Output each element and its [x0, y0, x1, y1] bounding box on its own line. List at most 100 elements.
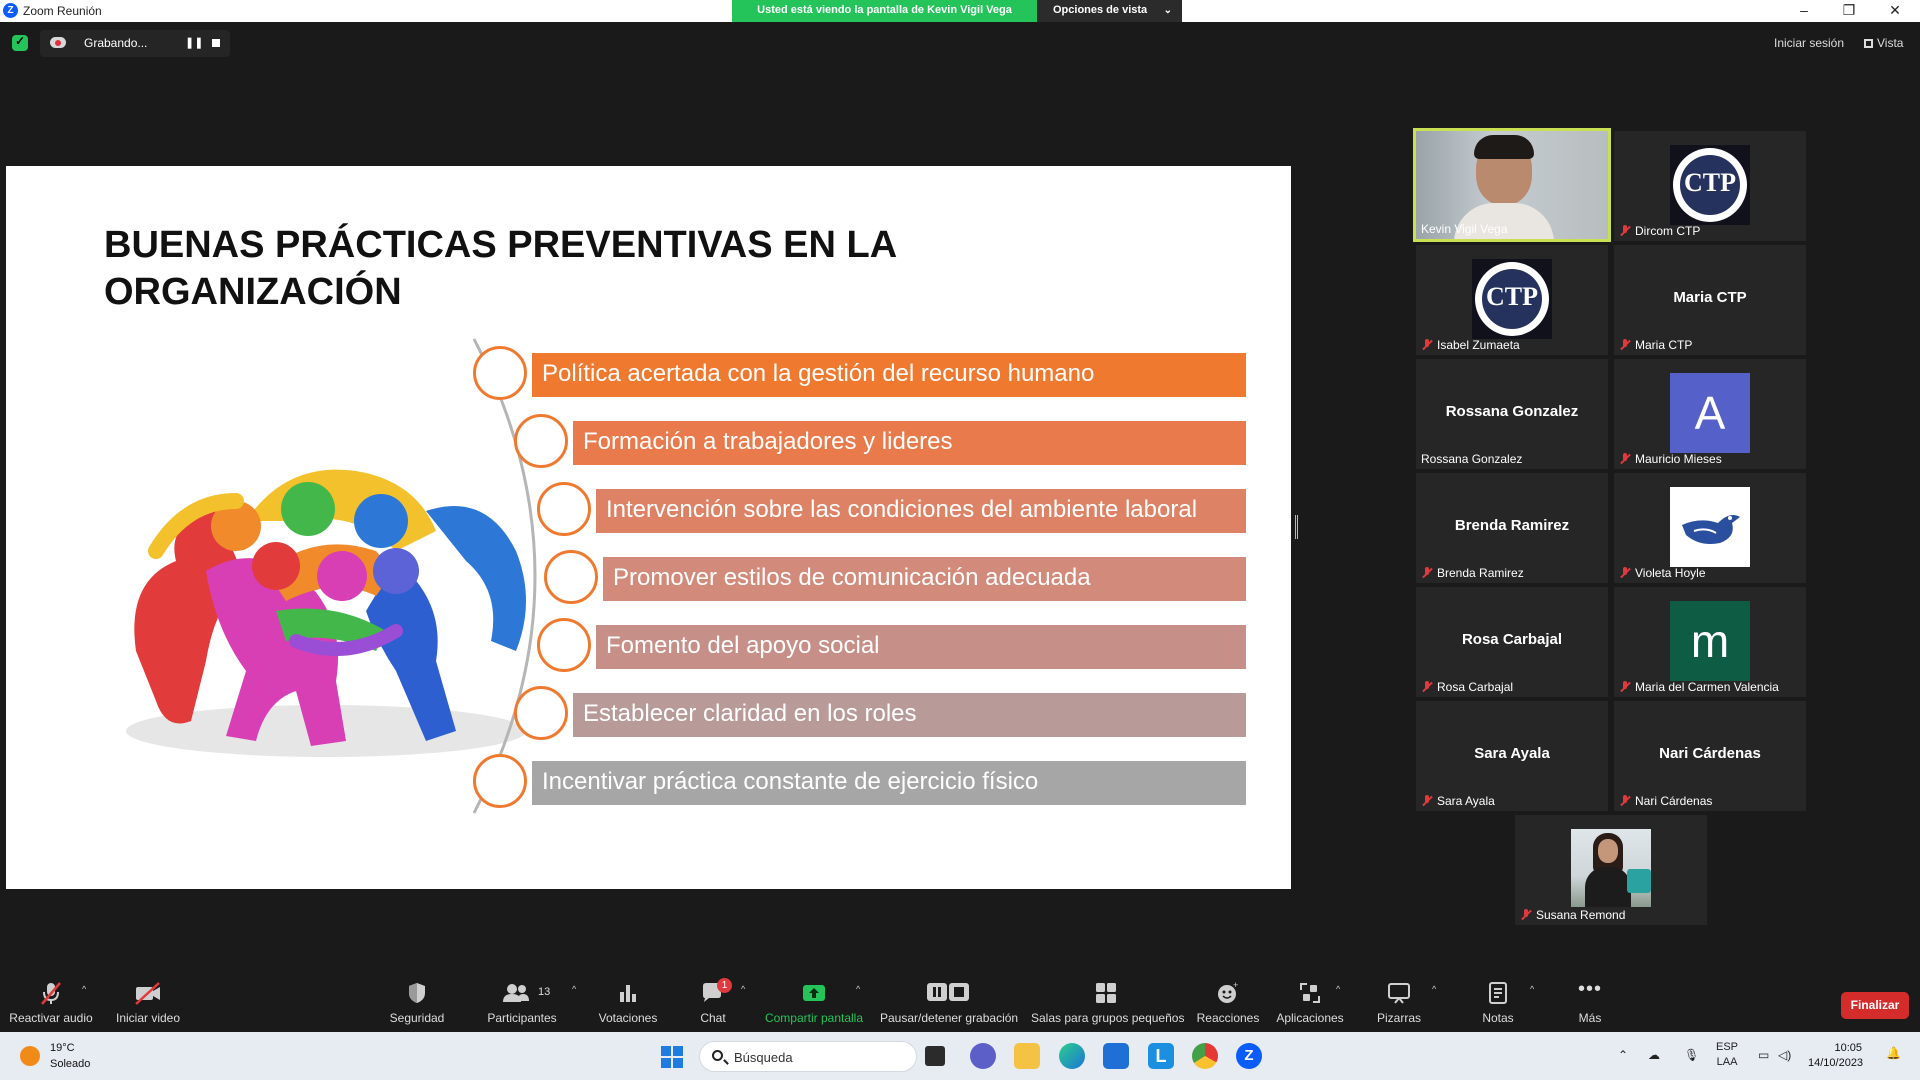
weather-condition[interactable]: Soleado	[50, 1058, 90, 1070]
muted-mic-icon	[1619, 225, 1631, 237]
clock-time: 10:05	[1834, 1042, 1862, 1054]
participant-tile-violeta[interactable]: Violeta Hoyle	[1614, 473, 1806, 583]
participant-tile-dircom[interactable]: CTP Dircom CTP	[1614, 131, 1806, 241]
chrome-browser-icon[interactable]	[1192, 1043, 1218, 1069]
task-view-icon[interactable]	[925, 1046, 945, 1066]
teams-meet-icon[interactable]	[970, 1043, 996, 1069]
tray-overflow-chevron-icon[interactable]: ⌃	[1618, 1048, 1628, 1062]
participant-name: Maria del Carmen Valencia	[1635, 680, 1779, 694]
polls-label: Votaciones	[598, 1011, 658, 1025]
windows-start-icon[interactable]	[661, 1046, 683, 1068]
chat-label: Chat	[700, 1011, 726, 1025]
end-meeting-button[interactable]: Finalizar	[1841, 992, 1909, 1019]
participant-display-name: Brenda Ramirez	[1454, 517, 1570, 534]
participant-tile-susana[interactable]: Susana Remond	[1515, 815, 1707, 925]
participant-name: Nari Cárdenas	[1635, 794, 1713, 808]
security-button[interactable]: Seguridad	[389, 980, 445, 1028]
muted-mic-icon	[1421, 795, 1433, 807]
breakout-rooms-label: Salas para grupos pequeños	[1031, 1011, 1185, 1025]
muted-mic-icon	[1421, 339, 1433, 351]
svg-text:+: +	[1233, 980, 1238, 990]
apps-caret-icon[interactable]: ^	[1336, 984, 1340, 994]
notification-bell-icon[interactable]: 🔔	[1886, 1046, 1901, 1060]
participant-tile-sara[interactable]: Sara Ayala Sara Ayala	[1416, 701, 1608, 811]
view-button[interactable]: Vista	[1864, 36, 1903, 50]
view-options-button[interactable]: Opciones de vista ⌄	[1037, 0, 1182, 22]
audio-options-caret-icon[interactable]: ^	[82, 984, 86, 994]
participant-tile-nari[interactable]: Nari Cárdenas Nari Cárdenas	[1614, 701, 1806, 811]
notes-label: Notas	[1482, 1011, 1514, 1025]
search-placeholder: Búsqueda	[734, 1050, 793, 1065]
start-video-label: Iniciar video	[115, 1011, 181, 1025]
system-clock[interactable]: 10:05 14/10/2023	[1808, 1041, 1863, 1071]
participants-caret-icon[interactable]: ^	[572, 984, 576, 994]
participant-tile-maria-del-carmen[interactable]: m Maria del Carmen Valencia	[1614, 587, 1806, 697]
language-code: ESP	[1716, 1041, 1739, 1053]
participant-name: Kevin Vigil Vega	[1421, 222, 1508, 236]
network-icon[interactable]: ☁	[1648, 1048, 1660, 1062]
zoom-taskbar-icon[interactable]: Z	[1236, 1043, 1262, 1069]
participant-tile-maria-ctp[interactable]: Maria CTP Maria CTP	[1614, 245, 1806, 355]
microsoft-store-icon[interactable]	[1103, 1043, 1129, 1069]
participant-tile-isabel[interactable]: CTP Isabel Zumaeta	[1416, 245, 1608, 355]
whiteboard-icon	[1388, 983, 1410, 1004]
participant-name: Maria CTP	[1635, 338, 1693, 352]
letter-avatar: m	[1670, 601, 1750, 681]
slide-item-6: Establecer claridad en los roles	[573, 693, 1246, 737]
whiteboards-caret-icon[interactable]: ^	[1432, 984, 1436, 994]
participant-display-name: Maria CTP	[1673, 289, 1747, 306]
breakout-rooms-button[interactable]: Salas para grupos pequeños	[1031, 980, 1185, 1028]
more-button[interactable]: ••• Más	[1572, 978, 1608, 1028]
taskbar-search-input[interactable]: Búsqueda	[699, 1041, 917, 1072]
display-tray-icon[interactable]: ▭	[1758, 1048, 1769, 1062]
apps-icon	[1300, 983, 1320, 1003]
whiteboards-button[interactable]: Pizarras	[1374, 980, 1424, 1028]
chevron-down-icon: ⌄	[1163, 5, 1172, 16]
chat-button[interactable]: 1 Chat	[693, 978, 733, 1028]
resize-divider-handle[interactable]	[1295, 515, 1298, 539]
file-explorer-icon[interactable]	[1014, 1043, 1040, 1069]
notes-caret-icon[interactable]: ^	[1530, 984, 1534, 994]
muted-mic-icon	[1619, 681, 1631, 693]
share-caret-icon[interactable]: ^	[856, 984, 860, 994]
stop-recording-icon[interactable]	[212, 39, 220, 47]
edge-browser-icon[interactable]	[1059, 1043, 1085, 1069]
share-screen-button[interactable]: Compartir pantalla	[764, 980, 864, 1028]
participant-name: Isabel Zumaeta	[1437, 338, 1520, 352]
window-title: Zoom Reunión	[23, 4, 102, 18]
participant-tile-kevin[interactable]: Kevin Vigil Vega	[1413, 128, 1611, 242]
breakout-rooms-icon	[1096, 983, 1116, 1003]
sun-weather-icon[interactable]	[20, 1046, 40, 1066]
chat-caret-icon[interactable]: ^	[741, 984, 745, 994]
slide-item-2: Formación a trabajadores y lideres	[573, 421, 1246, 465]
slide-item-3-marker	[537, 482, 591, 536]
start-video-button[interactable]: Iniciar video	[110, 980, 186, 1028]
more-dots-icon: •••	[1577, 978, 1602, 1000]
weather-temperature[interactable]: 19°C	[50, 1042, 75, 1054]
slide-item-7: Incentivar práctica constante de ejercic…	[532, 761, 1246, 805]
close-button[interactable]: ✕	[1872, 0, 1918, 22]
language-indicator[interactable]: ESP LAA	[1716, 1040, 1738, 1070]
muted-mic-icon	[1619, 567, 1631, 579]
participants-button[interactable]: 13 Participantes	[486, 980, 558, 1028]
apps-label: Aplicaciones	[1276, 1011, 1344, 1025]
notes-button[interactable]: Notas	[1478, 980, 1518, 1028]
polls-button[interactable]: Votaciones	[597, 980, 659, 1028]
restore-button[interactable]: ❐	[1826, 0, 1872, 22]
cloud-recording-icon	[50, 37, 66, 48]
minimize-button[interactable]: –	[1781, 0, 1827, 22]
participant-tile-rosa[interactable]: Rosa Carbajal Rosa Carbajal	[1416, 587, 1608, 697]
reactions-button[interactable]: + Reacciones	[1196, 980, 1260, 1028]
volume-icon[interactable]: ◁)	[1778, 1048, 1791, 1062]
signin-button[interactable]: Iniciar sesión	[1774, 36, 1844, 50]
participant-tile-mauricio[interactable]: A Mauricio Mieses	[1614, 359, 1806, 469]
l-app-icon[interactable]: L	[1148, 1043, 1174, 1069]
participant-tile-brenda[interactable]: Brenda Ramirez Brenda Ramirez	[1416, 473, 1608, 583]
muted-mic-icon	[1421, 567, 1433, 579]
pause-recording-icon[interactable]: ❚❚	[185, 36, 203, 49]
encryption-shield-icon[interactable]	[12, 34, 28, 51]
participant-tile-rossana[interactable]: Rossana Gonzalez Rossana Gonzalez	[1416, 359, 1608, 469]
slide-item-3: Intervención sobre las condiciones del a…	[596, 489, 1246, 533]
pause-stop-recording-button[interactable]: Pausar/detener grabación	[880, 980, 1018, 1028]
microphone-tray-icon[interactable]: 🎙	[1684, 1048, 1699, 1062]
